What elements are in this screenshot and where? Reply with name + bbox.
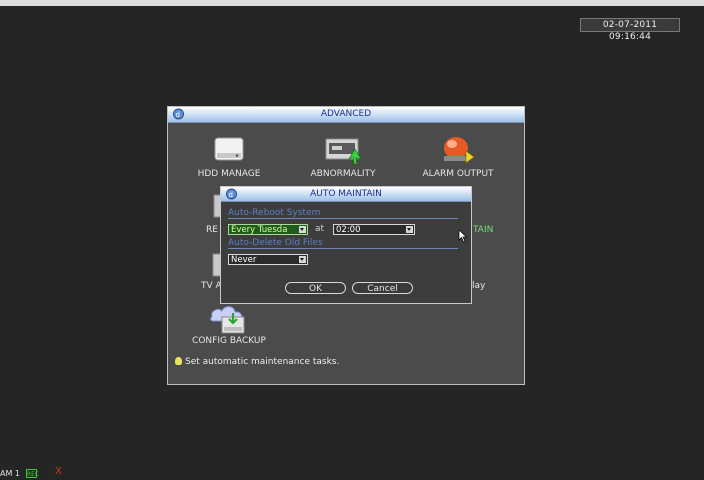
rec-badge: REC	[26, 469, 40, 478]
auto-maintain-dialog: d AUTO MAINTAIN Auto-Reboot System Every…	[220, 186, 472, 304]
at-label: at	[315, 224, 325, 234]
hint-label: Set automatic maintenance tasks.	[185, 357, 340, 367]
tile-label: TV A	[201, 281, 222, 291]
reboot-time-value: 02:00	[336, 225, 361, 235]
tile-label: RE	[206, 225, 218, 235]
timestamp: 02-07-2011 09:16:44	[580, 18, 680, 42]
section-divider	[228, 218, 458, 219]
cancel-button[interactable]: Cancel	[352, 282, 413, 294]
section-divider	[228, 248, 458, 249]
chevron-down-icon	[299, 226, 306, 233]
advanced-title: ADVANCED	[320, 109, 372, 119]
reboot-day-select[interactable]: Every Tuesda	[228, 224, 308, 235]
tile-abnormality[interactable]: ABNORMALITY	[304, 135, 382, 183]
tile-label: ABNORMALITY	[310, 169, 376, 179]
tile-auto-maintain[interactable]: TAIN	[468, 193, 508, 237]
tile-label: TAIN	[473, 225, 494, 235]
chevron-down-icon	[299, 256, 306, 263]
channel-label: AM 1	[0, 469, 21, 478]
tile-label: ALARM OUTPUT	[422, 169, 494, 179]
tile-display[interactable]: lay	[470, 249, 500, 293]
tile-config-backup[interactable]: CONFIG BACKUP	[186, 303, 272, 349]
hint-text: Set automatic maintenance tasks.	[175, 357, 339, 367]
top-stripe	[0, 0, 704, 6]
alarm-icon	[444, 137, 475, 164]
auto-maintain-title: AUTO MAINTAIN	[310, 189, 382, 199]
tile-label: HDD MANAGE	[197, 169, 261, 179]
auto-delete-label: Auto-Delete Old Files	[228, 238, 323, 248]
alert-icon: X	[55, 466, 62, 477]
tile-label: lay	[472, 281, 486, 291]
tile-hdd-manage[interactable]: HDD MANAGE	[190, 135, 268, 183]
reboot-time-select[interactable]: 02:00	[333, 224, 415, 235]
reboot-day-value: Every Tuesda	[231, 225, 288, 235]
auto-maintain-titlebar: d AUTO MAINTAIN	[221, 187, 471, 202]
delete-files-select[interactable]: Never	[228, 254, 308, 265]
auto-reboot-label: Auto-Reboot System	[228, 208, 321, 218]
chevron-down-icon	[406, 226, 413, 233]
ok-button[interactable]: OK	[285, 282, 346, 294]
mouse-cursor-icon	[458, 229, 468, 243]
config-backup-icon	[210, 306, 245, 334]
hdd-icon	[214, 137, 244, 161]
monitor-alert-icon	[325, 138, 362, 165]
lightbulb-icon	[175, 357, 182, 365]
advanced-titlebar: d ADVANCED	[168, 107, 524, 123]
delete-files-value: Never	[231, 255, 257, 265]
tile-label: CONFIG BACKUP	[192, 336, 266, 346]
tile-alarm-output[interactable]: ALARM OUTPUT	[416, 135, 500, 183]
